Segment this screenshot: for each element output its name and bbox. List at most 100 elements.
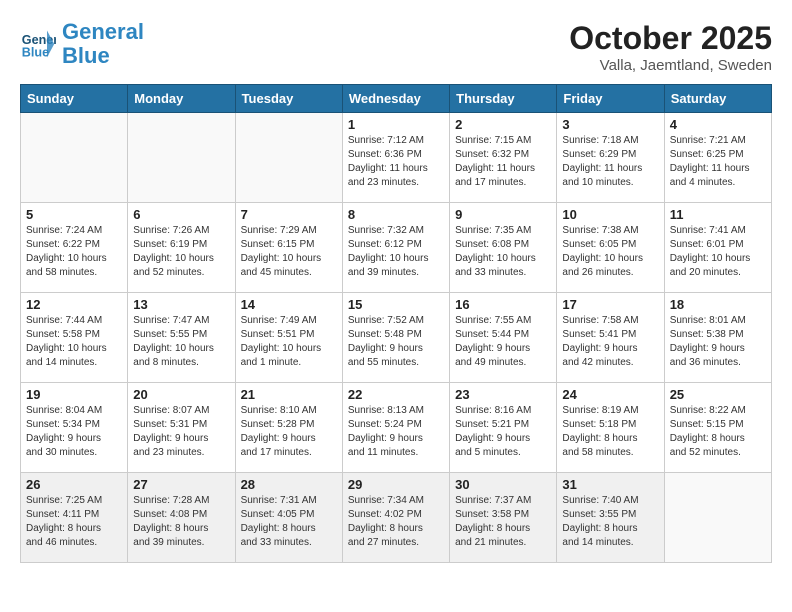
day-info: Sunrise: 7:28 AM Sunset: 4:08 PM Dayligh… [133, 494, 229, 550]
day-number: 3 [562, 117, 658, 132]
day-number: 27 [133, 477, 229, 492]
calendar-cell: 29 Sunrise: 7:34 AM Sunset: 4:02 PM Dayli… [342, 473, 449, 563]
weekday-header-tuesday: Tuesday [235, 85, 342, 113]
week-row-4: 26 Sunrise: 7:25 AM Sunset: 4:11 PM Dayli… [21, 473, 772, 563]
calendar-cell: 28Sunrise: 7:31 AM Sunset: 4:05 PM Dayli… [235, 473, 342, 563]
day-number: 10 [562, 207, 658, 222]
day-info: Sunrise: 7:15 AM Sunset: 6:32 PM Dayligh… [455, 134, 551, 190]
day-info: Sunrise: 7:47 AM Sunset: 5:55 PM Dayligh… [133, 314, 229, 370]
day-info: Sunrise: 7:31 AM Sunset: 4:05 PM Dayligh… [241, 494, 337, 550]
day-info: Sunrise: 7:38 AM Sunset: 6:05 PM Dayligh… [562, 224, 658, 280]
day-number: 24 [562, 387, 658, 402]
weekday-header-row: SundayMondayTuesdayWednesdayThursdayFrid… [21, 85, 772, 113]
title-area: October 2025 Valla, Jaemtland, Sweden [569, 20, 772, 74]
calendar-cell: 25 Sunrise: 8:22 AM Sunset: 5:15 PM Dayli… [664, 383, 771, 473]
weekday-header-thursday: Thursday [450, 85, 557, 113]
day-info: Sunrise: 7:35 AM Sunset: 6:08 PM Dayligh… [455, 224, 551, 280]
day-number: 25 [670, 387, 766, 402]
day-info: Sunrise: 7:40 AM Sunset: 3:55 PM Dayligh… [562, 494, 658, 550]
day-info: Sunrise: 7:41 AM Sunset: 6:01 PM Dayligh… [670, 224, 766, 280]
day-number: 14 [241, 297, 337, 312]
calendar-cell [235, 113, 342, 203]
calendar-cell: 15Sunrise: 7:52 AM Sunset: 5:48 PM Dayli… [342, 293, 449, 383]
weekday-header-sunday: Sunday [21, 85, 128, 113]
day-number: 5 [26, 207, 122, 222]
logo-icon: General Blue [20, 26, 56, 62]
logo: General Blue General Blue [20, 20, 144, 68]
weekday-header-monday: Monday [128, 85, 235, 113]
week-row-3: 19 Sunrise: 8:04 AM Sunset: 5:34 PM Dayli… [21, 383, 772, 473]
day-number: 22 [348, 387, 444, 402]
day-info: Sunrise: 7:55 AM Sunset: 5:44 PM Dayligh… [455, 314, 551, 370]
day-info: Sunrise: 7:18 AM Sunset: 6:29 PM Dayligh… [562, 134, 658, 190]
calendar-cell: 19 Sunrise: 8:04 AM Sunset: 5:34 PM Dayli… [21, 383, 128, 473]
day-number: 21 [241, 387, 337, 402]
week-row-1: 5 Sunrise: 7:24 AM Sunset: 6:22 PM Daylig… [21, 203, 772, 293]
calendar-cell: 12 Sunrise: 7:44 AM Sunset: 5:58 PM Dayli… [21, 293, 128, 383]
calendar-table: SundayMondayTuesdayWednesdayThursdayFrid… [20, 84, 772, 563]
day-info: Sunrise: 7:25 AM Sunset: 4:11 PM Dayligh… [26, 494, 122, 550]
calendar-cell: 10 Sunrise: 7:38 AM Sunset: 6:05 PM Dayli… [557, 203, 664, 293]
calendar-cell: 21 Sunrise: 8:10 AM Sunset: 5:28 PM Dayli… [235, 383, 342, 473]
calendar-cell [21, 113, 128, 203]
calendar-cell: 1Sunrise: 7:12 AM Sunset: 6:36 PM Daylig… [342, 113, 449, 203]
logo-blue: Blue [62, 43, 110, 68]
day-number: 29 [348, 477, 444, 492]
calendar-cell: 4 Sunrise: 7:21 AM Sunset: 6:25 PM Daylig… [664, 113, 771, 203]
day-number: 6 [133, 207, 229, 222]
day-number: 16 [455, 297, 551, 312]
day-info: Sunrise: 7:44 AM Sunset: 5:58 PM Dayligh… [26, 314, 122, 370]
day-info: Sunrise: 7:32 AM Sunset: 6:12 PM Dayligh… [348, 224, 444, 280]
day-info: Sunrise: 7:26 AM Sunset: 6:19 PM Dayligh… [133, 224, 229, 280]
header: General Blue General Blue October 2025 V… [20, 20, 772, 74]
day-number: 9 [455, 207, 551, 222]
calendar-cell: 22 Sunrise: 8:13 AM Sunset: 5:24 PM Dayli… [342, 383, 449, 473]
day-info: Sunrise: 7:24 AM Sunset: 6:22 PM Dayligh… [26, 224, 122, 280]
day-number: 20 [133, 387, 229, 402]
day-number: 12 [26, 297, 122, 312]
calendar-cell: 6 Sunrise: 7:26 AM Sunset: 6:19 PM Daylig… [128, 203, 235, 293]
calendar-cell: 27 Sunrise: 7:28 AM Sunset: 4:08 PM Dayli… [128, 473, 235, 563]
day-info: Sunrise: 8:04 AM Sunset: 5:34 PM Dayligh… [26, 404, 122, 460]
day-info: Sunrise: 7:52 AM Sunset: 5:48 PM Dayligh… [348, 314, 444, 370]
calendar-cell: 30Sunrise: 7:37 AM Sunset: 3:58 PM Dayli… [450, 473, 557, 563]
day-info: Sunrise: 8:19 AM Sunset: 5:18 PM Dayligh… [562, 404, 658, 460]
day-info: Sunrise: 7:49 AM Sunset: 5:51 PM Dayligh… [241, 314, 337, 370]
calendar-cell [664, 473, 771, 563]
day-number: 26 [26, 477, 122, 492]
calendar-cell: 16 Sunrise: 7:55 AM Sunset: 5:44 PM Dayli… [450, 293, 557, 383]
day-number: 4 [670, 117, 766, 132]
day-info: Sunrise: 8:07 AM Sunset: 5:31 PM Dayligh… [133, 404, 229, 460]
day-info: Sunrise: 8:13 AM Sunset: 5:24 PM Dayligh… [348, 404, 444, 460]
logo-text: General Blue [62, 20, 144, 68]
weekday-header-wednesday: Wednesday [342, 85, 449, 113]
day-info: Sunrise: 8:22 AM Sunset: 5:15 PM Dayligh… [670, 404, 766, 460]
calendar-cell: 2Sunrise: 7:15 AM Sunset: 6:32 PM Daylig… [450, 113, 557, 203]
day-number: 30 [455, 477, 551, 492]
calendar-cell: 23Sunrise: 8:16 AM Sunset: 5:21 PM Dayli… [450, 383, 557, 473]
week-row-0: 1Sunrise: 7:12 AM Sunset: 6:36 PM Daylig… [21, 113, 772, 203]
calendar-cell: 5 Sunrise: 7:24 AM Sunset: 6:22 PM Daylig… [21, 203, 128, 293]
day-info: Sunrise: 8:10 AM Sunset: 5:28 PM Dayligh… [241, 404, 337, 460]
day-number: 13 [133, 297, 229, 312]
day-number: 17 [562, 297, 658, 312]
calendar-cell: 11Sunrise: 7:41 AM Sunset: 6:01 PM Dayli… [664, 203, 771, 293]
day-number: 1 [348, 117, 444, 132]
logo-general: General [62, 19, 144, 44]
month-title: October 2025 [569, 20, 772, 57]
svg-text:Blue: Blue [22, 46, 49, 60]
day-number: 8 [348, 207, 444, 222]
day-info: Sunrise: 8:01 AM Sunset: 5:38 PM Dayligh… [670, 314, 766, 370]
calendar-cell: 14 Sunrise: 7:49 AM Sunset: 5:51 PM Dayli… [235, 293, 342, 383]
calendar-cell [128, 113, 235, 203]
day-info: Sunrise: 8:16 AM Sunset: 5:21 PM Dayligh… [455, 404, 551, 460]
calendar-cell: 20 Sunrise: 8:07 AM Sunset: 5:31 PM Dayli… [128, 383, 235, 473]
calendar-cell: 3 Sunrise: 7:18 AM Sunset: 6:29 PM Daylig… [557, 113, 664, 203]
day-number: 7 [241, 207, 337, 222]
day-number: 19 [26, 387, 122, 402]
calendar-cell: 24 Sunrise: 8:19 AM Sunset: 5:18 PM Dayli… [557, 383, 664, 473]
calendar-cell: 26 Sunrise: 7:25 AM Sunset: 4:11 PM Dayli… [21, 473, 128, 563]
calendar-cell: 8 Sunrise: 7:32 AM Sunset: 6:12 PM Daylig… [342, 203, 449, 293]
day-info: Sunrise: 7:21 AM Sunset: 6:25 PM Dayligh… [670, 134, 766, 190]
day-info: Sunrise: 7:34 AM Sunset: 4:02 PM Dayligh… [348, 494, 444, 550]
